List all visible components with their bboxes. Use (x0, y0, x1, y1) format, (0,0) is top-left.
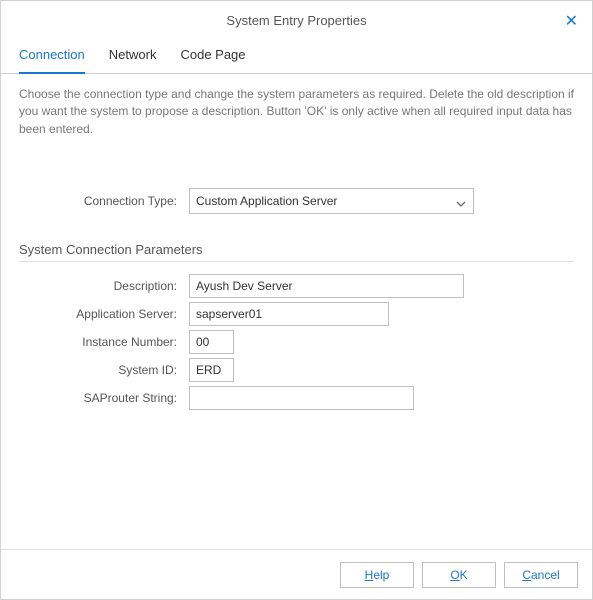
dialog-titlebar: System Entry Properties ✕ (1, 1, 592, 39)
connection-type-label: Connection Type: (19, 194, 189, 208)
close-icon[interactable]: ✕ (565, 11, 578, 31)
system-entry-properties-dialog: System Entry Properties ✕ Connection Net… (0, 0, 593, 600)
section-header: System Connection Parameters (19, 230, 574, 262)
help-button[interactable]: Help (340, 562, 414, 588)
cancel-button-label: Cancel (522, 568, 559, 582)
instance-number-row: Instance Number: (19, 330, 574, 354)
ok-button-label: OK (450, 568, 467, 582)
system-id-row: System ID: (19, 358, 574, 382)
instance-number-label: Instance Number: (19, 335, 189, 349)
saprouter-input[interactable] (189, 386, 414, 410)
instance-number-input[interactable] (189, 330, 234, 354)
tabs-bar: Connection Network Code Page (1, 39, 592, 74)
tab-network[interactable]: Network (109, 39, 157, 74)
application-server-label: Application Server: (19, 307, 189, 321)
tab-label: Network (109, 47, 157, 62)
connection-type-select[interactable]: Custom Application Server (189, 188, 474, 214)
help-button-label: Help (365, 568, 390, 582)
application-server-input[interactable] (189, 302, 389, 326)
dialog-footer: Help OK Cancel (1, 549, 592, 599)
tab-codepage[interactable]: Code Page (180, 39, 245, 74)
saprouter-row: SAProuter String: (19, 386, 574, 410)
description-input[interactable] (189, 274, 464, 298)
cancel-button[interactable]: Cancel (504, 562, 578, 588)
description-label: Description: (19, 279, 189, 293)
dialog-title: System Entry Properties (226, 13, 366, 28)
ok-button[interactable]: OK (422, 562, 496, 588)
connection-type-select-wrap: Custom Application Server (189, 188, 474, 214)
tab-label: Code Page (180, 47, 245, 62)
saprouter-label: SAProuter String: (19, 391, 189, 405)
description-row: Description: (19, 274, 574, 298)
system-id-input[interactable] (189, 358, 234, 382)
instructions-text: Choose the connection type and change th… (1, 74, 592, 148)
form-content: Connection Type: Custom Application Serv… (1, 148, 592, 549)
application-server-row: Application Server: (19, 302, 574, 326)
connection-type-row: Connection Type: Custom Application Serv… (19, 188, 574, 214)
tab-connection[interactable]: Connection (19, 39, 85, 74)
system-id-label: System ID: (19, 363, 189, 377)
tab-label: Connection (19, 47, 85, 62)
